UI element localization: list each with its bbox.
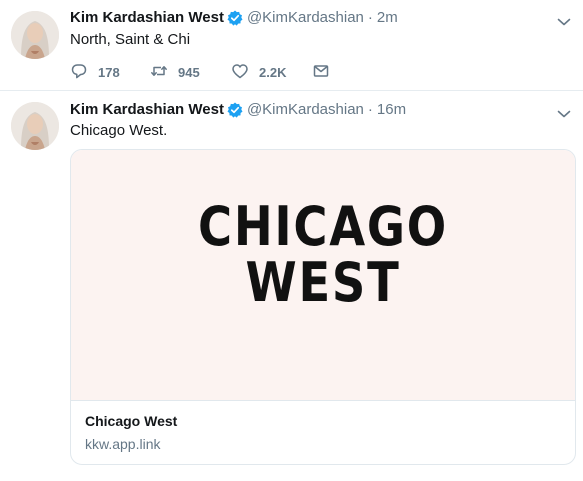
retweet-count: 945 — [178, 64, 200, 80]
like-button[interactable]: 2.2K — [231, 62, 312, 83]
direct-message-button[interactable] — [312, 62, 330, 83]
like-count: 2.2K — [259, 64, 287, 80]
retweet-button[interactable]: 945 — [150, 62, 231, 83]
reply-icon — [70, 62, 88, 83]
tweet-actions: 178 945 2.2K — [70, 62, 330, 82]
avatar[interactable] — [11, 11, 59, 59]
card-image-text-line1: CHICAGO — [198, 195, 448, 258]
heart-icon — [231, 62, 249, 83]
username[interactable]: @KimKardashian — [247, 9, 364, 26]
chevron-down-icon[interactable] — [557, 106, 571, 118]
reply-button[interactable]: 178 — [70, 62, 150, 83]
verified-badge-icon — [227, 102, 243, 118]
tweet[interactable]: Kim Kardashian West @KimKardashian · 2m … — [0, 0, 583, 91]
separator: · — [367, 9, 373, 26]
timestamp[interactable]: 2m — [377, 9, 398, 26]
tweet-text: Chicago West. — [70, 122, 168, 139]
tweet-text: North, Saint & Chi — [70, 31, 191, 48]
chevron-down-icon[interactable] — [557, 14, 571, 26]
avatar[interactable] — [11, 102, 59, 150]
card-image-text-line2: WEST — [245, 251, 401, 314]
retweet-icon — [150, 62, 168, 83]
reply-count: 178 — [98, 64, 120, 80]
verified-badge-icon — [227, 10, 243, 26]
card-url[interactable]: kkw.app.link — [85, 436, 160, 452]
tweet-header: Kim Kardashian West @KimKardashian · 16m — [70, 101, 406, 118]
tweet[interactable]: Kim Kardashian West @KimKardashian · 16m… — [0, 92, 583, 481]
display-name[interactable]: Kim Kardashian West — [70, 101, 224, 118]
username[interactable]: @KimKardashian — [247, 101, 364, 118]
envelope-icon — [312, 62, 330, 83]
timestamp[interactable]: 16m — [377, 101, 406, 118]
display-name[interactable]: Kim Kardashian West — [70, 9, 224, 26]
tweet-header: Kim Kardashian West @KimKardashian · 2m — [70, 9, 398, 26]
separator: · — [367, 101, 373, 118]
link-card[interactable]: CHICAGO WEST Chicago West kkw.app.link — [70, 149, 576, 465]
card-image[interactable]: CHICAGO WEST — [71, 150, 575, 401]
card-title[interactable]: Chicago West — [85, 413, 177, 429]
